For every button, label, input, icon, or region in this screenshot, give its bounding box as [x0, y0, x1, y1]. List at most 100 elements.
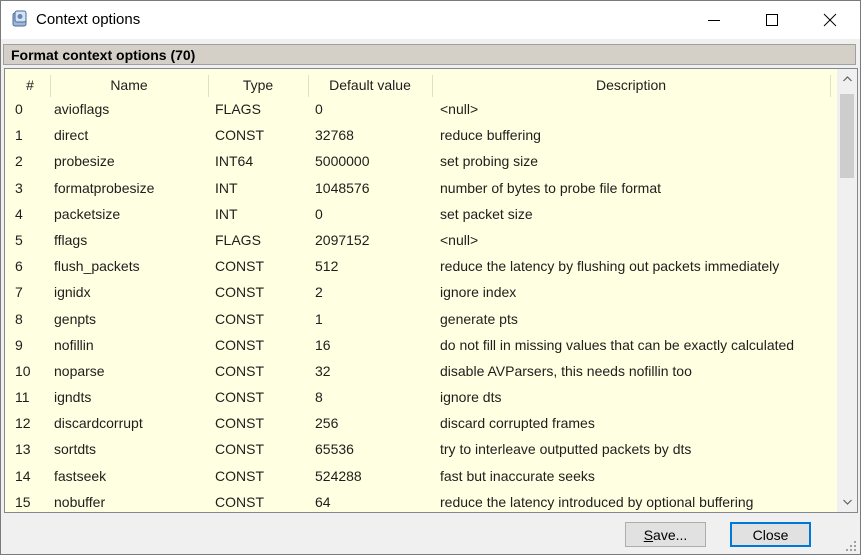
cell-default-value: 32768	[315, 127, 354, 144]
cell-default-value: 2	[315, 284, 323, 301]
cell-description: do not fill in missing values that can b…	[440, 336, 795, 353]
cell-name: flush_packets	[54, 258, 140, 275]
vertical-scrollbar[interactable]	[837, 69, 857, 512]
column-header-type[interactable]: Type	[209, 77, 307, 93]
table-row[interactable]: 6 flush_packets CONST 512 reduce the lat…	[5, 254, 837, 280]
cell-number: 7	[15, 284, 23, 301]
cell-type: CONST	[215, 336, 264, 353]
section-header: Format context options (70)	[3, 44, 856, 65]
cell-number: 5	[15, 231, 23, 248]
cell-name: avioflags	[54, 101, 110, 117]
table-row[interactable]: 15 nobuffer CONST 64 reduce the latency …	[5, 490, 837, 512]
cell-type: CONST	[215, 493, 264, 510]
table-row[interactable]: 14 fastseek CONST 524288 fast but inaccu…	[5, 464, 837, 490]
cell-name: probesize	[54, 153, 115, 170]
cell-default-value: 512	[315, 258, 339, 275]
cell-description: disable AVParsers, this needs nofillin t…	[440, 362, 692, 379]
cell-type: INT	[215, 179, 238, 196]
cell-number: 4	[15, 205, 23, 222]
cell-default-value: 5000000	[315, 153, 370, 170]
cell-default-value: 0	[315, 101, 323, 117]
table-row[interactable]: 3 formatprobesize INT 1048576 number of …	[5, 176, 837, 202]
table-row[interactable]: 11 igndts CONST 8 ignore dts	[5, 385, 837, 411]
cell-number: 6	[15, 258, 23, 275]
resize-grip-icon[interactable]	[846, 541, 857, 552]
cell-number: 3	[15, 179, 23, 196]
cell-description: set packet size	[440, 205, 533, 222]
close-window-button[interactable]	[801, 1, 859, 39]
cell-type: CONST	[215, 415, 264, 432]
cell-number: 11	[15, 389, 30, 406]
dialog-app-icon	[11, 10, 29, 28]
table-row[interactable]: 5 fflags FLAGS 2097152 <null>	[5, 228, 837, 254]
cell-default-value: 65536	[315, 441, 354, 458]
table-row[interactable]: 1 direct CONST 32768 reduce buffering	[5, 123, 837, 149]
column-header-number[interactable]: #	[22, 77, 38, 93]
cell-name: fflags	[54, 231, 88, 248]
cell-number: 8	[15, 310, 23, 327]
column-divider[interactable]	[830, 75, 831, 97]
table-row[interactable]: 7 ignidx CONST 2 ignore index	[5, 280, 837, 306]
column-header-name[interactable]: Name	[51, 77, 207, 93]
table-row[interactable]: 9 nofillin CONST 16 do not fill in missi…	[5, 333, 837, 359]
table-row[interactable]: 13 sortdts CONST 65536 try to interleave…	[5, 437, 837, 463]
minimize-button[interactable]	[685, 1, 743, 39]
cell-description: fast but inaccurate seeks	[440, 467, 595, 484]
cell-description: reduce the latency introduced by optiona…	[440, 493, 754, 510]
cell-type: CONST	[215, 441, 264, 458]
cell-default-value: 256	[315, 415, 339, 432]
scroll-down-arrow-icon[interactable]	[843, 499, 852, 505]
table-row[interactable]: 10 noparse CONST 32 disable AVParsers, t…	[5, 359, 837, 385]
cell-description: generate pts	[440, 310, 518, 327]
cell-description: number of bytes to probe file format	[440, 179, 661, 196]
cell-default-value: 524288	[315, 467, 362, 484]
maximize-icon	[766, 14, 778, 26]
save-button[interactable]: Save...	[625, 522, 706, 547]
cell-name: igndts	[54, 389, 92, 406]
scroll-up-arrow-icon[interactable]	[843, 76, 852, 82]
cell-description: ignore dts	[440, 389, 502, 406]
table-row[interactable]: 2 probesize INT64 5000000 set probing si…	[5, 149, 837, 175]
cell-default-value: 1	[315, 310, 323, 327]
cell-name: nofillin	[54, 336, 94, 353]
column-header-default-value[interactable]: Default value	[309, 77, 431, 93]
table-row[interactable]: 12 discardcorrupt CONST 256 discard corr…	[5, 411, 837, 437]
cell-default-value: 0	[315, 205, 323, 222]
table-body: 0 avioflags FLAGS 0 <null> 1 direct CONS…	[5, 97, 837, 512]
cell-default-value: 2097152	[315, 231, 370, 248]
cell-number: 2	[15, 153, 23, 170]
save-button-mnemonic: S	[643, 527, 654, 543]
cell-description: try to interleave outputted packets by d…	[440, 441, 692, 458]
context-options-window: Context options Format context options (…	[0, 0, 861, 555]
cell-type: CONST	[215, 467, 264, 484]
cell-number: 13	[15, 441, 31, 458]
cell-type: FLAGS	[215, 231, 261, 248]
cell-type: CONST	[215, 310, 264, 327]
cell-name: ignidx	[54, 284, 91, 301]
table-row[interactable]: 4 packetsize INT 0 set packet size	[5, 202, 837, 228]
save-button-label: ave...	[653, 527, 688, 543]
cell-default-value: 1048576	[315, 179, 370, 196]
cell-number: 10	[15, 362, 31, 379]
cell-description: reduce buffering	[440, 127, 541, 144]
cell-description: set probing size	[440, 153, 539, 170]
scrollbar-thumb[interactable]	[840, 94, 854, 178]
cell-name: fastseek	[54, 467, 107, 484]
title-bar[interactable]: Context options	[1, 1, 860, 39]
options-table[interactable]: # Name Type Default value Description 0 …	[4, 68, 858, 513]
cell-name: formatprobesize	[54, 179, 155, 196]
cell-type: CONST	[215, 127, 264, 144]
table-row[interactable]: 0 avioflags FLAGS 0 <null>	[5, 97, 837, 123]
cell-number: 14	[15, 467, 31, 484]
close-button[interactable]: Close	[730, 522, 811, 547]
cell-description: discard corrupted frames	[440, 415, 595, 432]
table-row[interactable]: 8 genpts CONST 1 generate pts	[5, 307, 837, 333]
cell-name: packetsize	[54, 205, 121, 222]
column-header-description[interactable]: Description	[433, 77, 829, 93]
cell-type: INT	[215, 205, 238, 222]
maximize-button[interactable]	[743, 1, 801, 39]
cell-name: sortdts	[54, 441, 97, 458]
cell-name: noparse	[54, 362, 105, 379]
minimize-icon	[708, 20, 720, 21]
close-icon	[823, 13, 837, 27]
